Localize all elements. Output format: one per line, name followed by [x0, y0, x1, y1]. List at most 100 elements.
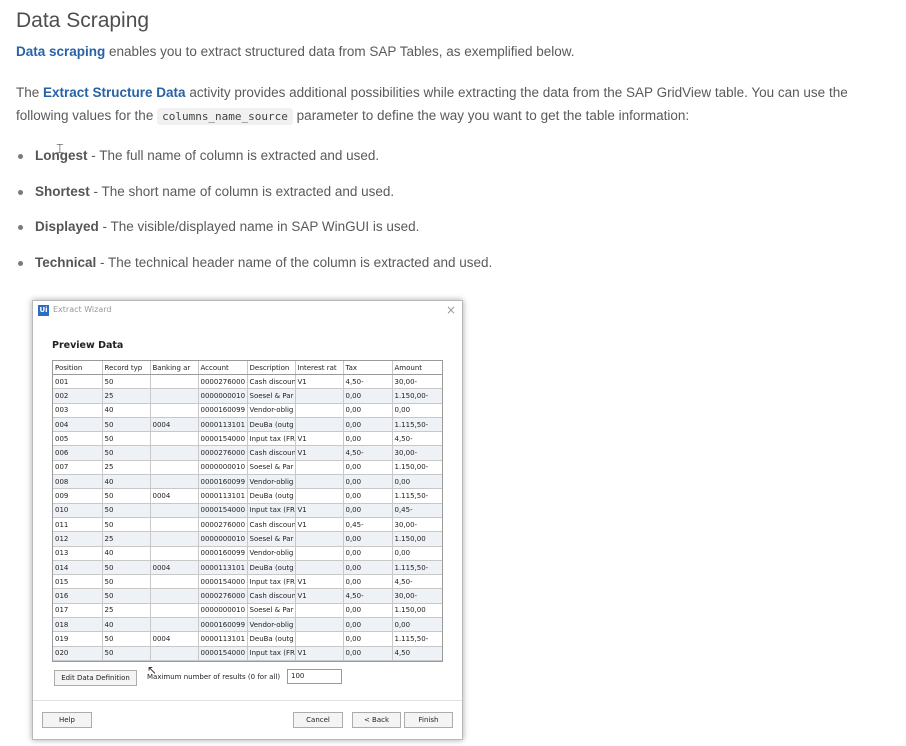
- table-cell: Input tax (FR: [247, 431, 296, 447]
- table-cell: [295, 488, 344, 504]
- table-cell: [150, 646, 199, 661]
- table-row[interactable]: 012 25 0000000010 Soesel & Par 0,00 1.150,00: [53, 531, 442, 547]
- options-list: Longest - The full name of column is ext…: [16, 146, 896, 273]
- max-results-label: Maximum number of results (0 for all): [147, 673, 281, 681]
- option-desc: - The technical header name of the colum…: [96, 254, 493, 270]
- table-cell: V1: [295, 588, 344, 604]
- table-cell: 0000000010: [198, 388, 248, 404]
- table-row[interactable]: 014 50 0004 0000113101 DeuBa (outg 0,00 1.115,…: [53, 560, 442, 576]
- table-cell: 0,00: [343, 417, 393, 433]
- finish-button[interactable]: Finish: [404, 712, 453, 728]
- table-cell: 0,00: [392, 474, 442, 490]
- table-row[interactable]: 015 50 0000154000 Input tax (FR V1 0,00 4,50-: [53, 574, 442, 590]
- help-button[interactable]: Help: [42, 712, 92, 728]
- table-cell: [150, 603, 199, 619]
- table-row[interactable]: 004 50 0004 0000113101 DeuBa (outg 0,00 1.115,…: [53, 417, 442, 433]
- table-cell: 1.115,50-: [392, 488, 442, 504]
- column-header[interactable]: Record typ: [102, 361, 151, 375]
- table-row[interactable]: 005 50 0000154000 Input tax (FR V1 0,00 4,50-: [53, 431, 442, 447]
- table-cell: 0000160099: [198, 617, 248, 633]
- column-header[interactable]: Banking ar: [150, 361, 199, 375]
- table-row[interactable]: 020 50 0000154000 Input tax (FR V1 0,00 4,50: [53, 646, 442, 661]
- table-row[interactable]: 019 50 0004 0000113101 DeuBa (outg 0,00 1.115,…: [53, 631, 442, 647]
- table-cell: [150, 517, 199, 533]
- column-header[interactable]: Account: [198, 361, 248, 375]
- table-cell: Soesel & Par: [247, 531, 296, 547]
- table-cell: 4,50-: [343, 374, 393, 390]
- table-cell: 25: [102, 460, 151, 476]
- table-cell: 0,45-: [343, 517, 393, 533]
- table-row[interactable]: 017 25 0000000010 Soesel & Par 0,00 1.150,00: [53, 603, 442, 619]
- column-header[interactable]: Description: [247, 361, 296, 375]
- table-cell: [295, 560, 344, 576]
- column-header[interactable]: Tax: [343, 361, 393, 375]
- table-cell: 4,50: [392, 646, 442, 661]
- table-row[interactable]: 013 40 0000160099 Vendor-oblig 0,00 0,00: [53, 546, 442, 561]
- table-row[interactable]: 003 40 0000160099 Vendor-oblig 0,00 0,00: [53, 403, 442, 418]
- preview-grid[interactable]: Position Record typ Banking ar Account D…: [52, 360, 443, 662]
- table-cell: V1: [295, 445, 344, 461]
- table-cell: Vendor-oblig: [247, 617, 296, 633]
- table-cell: DeuBa (outg: [247, 417, 296, 433]
- table-row[interactable]: 002 25 0000000010 Soesel & Par 0,00 1.150,00-: [53, 388, 442, 404]
- table-cell: 008: [53, 474, 103, 490]
- table-cell: 1.150,00: [392, 531, 442, 547]
- table-row[interactable]: 016 50 0000276000 Cash discount V1 4,50- 30,00…: [53, 588, 442, 604]
- table-cell: 25: [102, 531, 151, 547]
- table-cell: Cash discount: [247, 374, 296, 390]
- table-cell: 50: [102, 488, 151, 504]
- table-cell: 0004: [150, 488, 199, 504]
- table-cell: 1.115,50-: [392, 631, 442, 647]
- table-cell: [295, 531, 344, 547]
- table-row[interactable]: 011 50 0000276000 Cash discount V1 0,45- 30,00…: [53, 517, 442, 533]
- table-row[interactable]: 006 50 0000276000 Cash discount V1 4,50- 30,00…: [53, 445, 442, 461]
- bullet-icon: [18, 225, 23, 230]
- back-button[interactable]: < Back: [352, 712, 401, 728]
- table-cell: V1: [295, 431, 344, 447]
- table-cell: 4,50-: [343, 445, 393, 461]
- table-cell: 0,00: [343, 631, 393, 647]
- table-cell: [295, 474, 344, 490]
- table-cell: [150, 431, 199, 447]
- table-row[interactable]: 010 50 0000154000 Input tax (FR V1 0,00 0,45-: [53, 503, 442, 518]
- data-scraping-link[interactable]: Data scraping: [16, 44, 105, 59]
- extract-structure-data-link[interactable]: Extract Structure Data: [43, 85, 186, 100]
- table-row[interactable]: 001 50 0000276000 Cash discount V1 4,50- 30,00…: [53, 374, 442, 390]
- list-item: Longest - The full name of column is ext…: [16, 146, 896, 166]
- column-header[interactable]: Position: [53, 361, 103, 375]
- table-row[interactable]: 007 25 0000000010 Soesel & Par 0,00 1.150,00-: [53, 460, 442, 476]
- table-cell: 016: [53, 588, 103, 604]
- table-cell: 0000276000: [198, 445, 248, 461]
- table-cell: 011: [53, 517, 103, 533]
- max-results-input[interactable]: 100: [287, 669, 342, 684]
- table-cell: 0,00: [343, 646, 393, 661]
- table-cell: 30,00-: [392, 517, 442, 533]
- table-row[interactable]: 018 40 0000160099 Vendor-oblig 0,00 0,00: [53, 617, 442, 633]
- table-cell: 002: [53, 388, 103, 404]
- table-cell: 004: [53, 417, 103, 433]
- table-cell: 25: [102, 388, 151, 404]
- table-cell: [150, 617, 199, 633]
- table-row[interactable]: 009 50 0004 0000113101 DeuBa (outg 0,00 1.115,…: [53, 488, 442, 504]
- preview-table: Position Record typ Banking ar Account D…: [53, 361, 442, 661]
- table-cell: Vendor-oblig: [247, 546, 296, 561]
- footer-divider: [33, 700, 462, 701]
- column-header[interactable]: Interest rat: [295, 361, 344, 375]
- edit-data-definition-button[interactable]: Edit Data Definition: [54, 670, 137, 686]
- table-cell: 014: [53, 560, 103, 576]
- table-cell: 015: [53, 574, 103, 590]
- table-cell: Vendor-oblig: [247, 474, 296, 490]
- table-cell: 0000276000: [198, 588, 248, 604]
- cancel-button[interactable]: Cancel: [293, 712, 343, 728]
- table-cell: 0,45-: [392, 503, 442, 518]
- close-icon[interactable]: ×: [446, 303, 456, 317]
- column-header[interactable]: Amount: [392, 361, 442, 375]
- option-term: Displayed: [35, 219, 99, 234]
- table-row[interactable]: 008 40 0000160099 Vendor-oblig 0,00 0,00: [53, 474, 442, 490]
- table-cell: [150, 546, 199, 561]
- option-desc: - The short name of column is extracted …: [89, 183, 395, 199]
- table-cell: 019: [53, 631, 103, 647]
- table-cell: 40: [102, 546, 151, 561]
- table-cell: 1.150,00: [392, 603, 442, 619]
- mouse-pointer-icon: ↖: [147, 663, 158, 677]
